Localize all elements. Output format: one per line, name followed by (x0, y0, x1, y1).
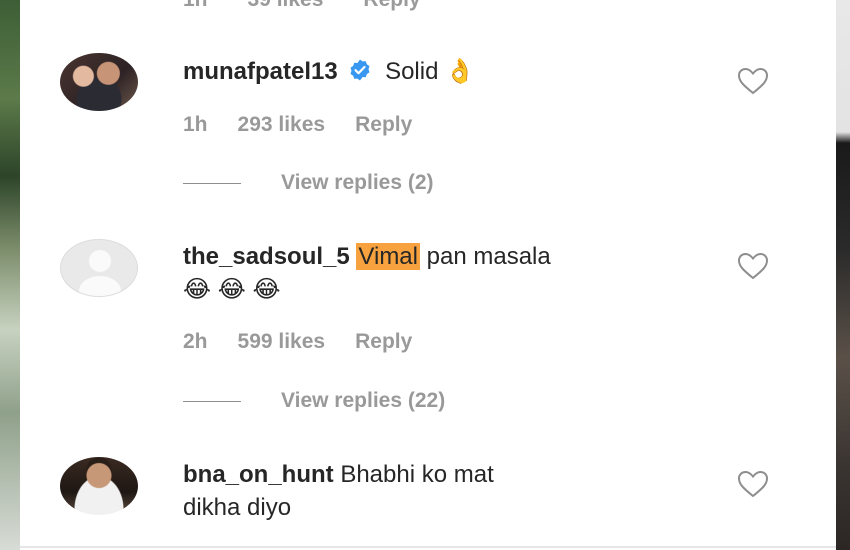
comment-text: munafpatel13 Solid 👌 (183, 55, 703, 88)
reply-link[interactable]: Reply (355, 113, 412, 137)
avatar[interactable] (60, 239, 138, 297)
username[interactable]: bna_on_hunt (183, 461, 334, 488)
replies-divider (183, 400, 241, 402)
view-replies-button[interactable]: View replies (22) (183, 389, 445, 413)
comment-body: pan masala (426, 243, 551, 270)
comment-likes[interactable]: 39 likes (248, 0, 324, 12)
like-heart-icon[interactable] (737, 252, 769, 280)
comment-meta: 1h 293 likes Reply (183, 113, 412, 137)
comment-likes[interactable]: 293 likes (238, 113, 326, 137)
comment-body: Solid (385, 58, 439, 85)
previous-comment-meta: 1h 39 likes Reply (183, 0, 421, 12)
divider (20, 546, 836, 548)
background-left (0, 0, 20, 550)
comment-time: 2h (183, 330, 208, 353)
username[interactable]: the_sadsoul_5 (183, 243, 350, 270)
username[interactable]: munafpatel13 (183, 58, 338, 85)
comment-time: 1h (183, 113, 208, 136)
joy-emoji: 😂 (217, 275, 246, 303)
comment-text: the_sadsoul_5 Vimal pan masala 😂 😂 😂 (183, 240, 703, 306)
reply-link[interactable]: Reply (363, 0, 420, 12)
comment-body-line2: dikha diyo (183, 494, 292, 521)
highlighted-word: Vimal (356, 243, 420, 270)
ok-hand-emoji: 👌 (445, 57, 475, 85)
view-replies-label[interactable]: View replies (2) (281, 171, 434, 195)
joy-emoji: 😂 (252, 275, 281, 303)
avatar[interactable] (60, 457, 138, 515)
comment-likes[interactable]: 599 likes (238, 330, 326, 354)
comments-panel[interactable]: 1h 39 likes Reply munafpatel13 Solid 👌 1… (20, 0, 836, 550)
view-replies-label[interactable]: View replies (22) (281, 389, 445, 413)
background-right (836, 0, 850, 550)
like-heart-icon[interactable] (737, 67, 769, 95)
verified-badge-icon (350, 59, 370, 81)
view-replies-button[interactable]: View replies (2) (183, 171, 434, 195)
comment-text: bna_on_hunt Bhabhi ko mat dikha diyo (183, 458, 703, 524)
joy-emoji: 😂 (183, 275, 212, 303)
like-heart-icon[interactable] (737, 470, 769, 498)
avatar[interactable] (60, 53, 138, 111)
comment-time: 1h (183, 0, 208, 12)
replies-divider (183, 182, 241, 184)
reply-link[interactable]: Reply (355, 330, 412, 354)
comment-meta: 2h 599 likes Reply (183, 330, 412, 354)
comment-body: Bhabhi ko mat (340, 461, 494, 488)
